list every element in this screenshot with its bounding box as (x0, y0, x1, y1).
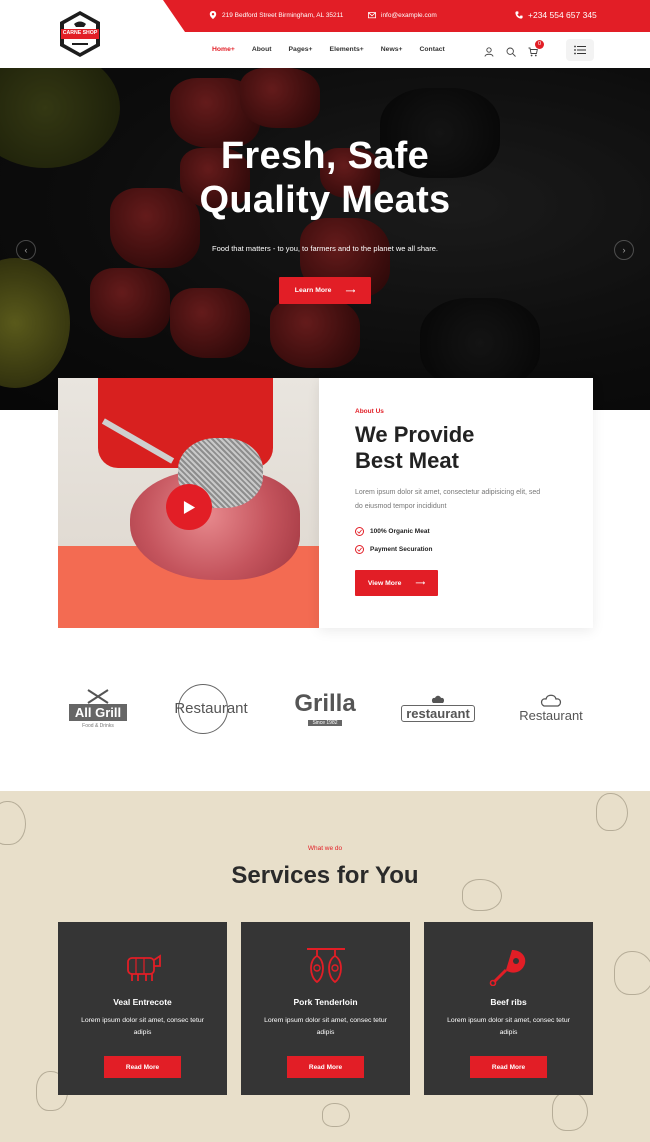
nav-item-elements[interactable]: Elements+ (330, 46, 364, 53)
phone-text: +234 554 657 345 (528, 10, 597, 20)
pork-icon (307, 948, 345, 984)
about-tag: About Us (355, 408, 384, 415)
email-text: info@example.com (381, 11, 437, 19)
phone-item[interactable]: +234 554 657 345 (515, 10, 597, 20)
nav-item-pages[interactable]: Pages+ (289, 46, 313, 53)
about-title: We Provide Best Meat (355, 422, 475, 473)
slider-prev-button[interactable]: ‹ (16, 240, 36, 260)
user-icon[interactable] (484, 44, 494, 57)
site-logo[interactable]: CARNE SHOP (58, 10, 102, 58)
brand-logo-grilla[interactable]: Grilla Since 1982 (284, 678, 366, 738)
services-tag: What we do (307, 845, 343, 852)
main-nav: Home+ About Pages+ Elements+ News+ Conta… (212, 46, 462, 53)
hero-slider: Fresh, Safe Quality Meats Food that matt… (0, 68, 650, 410)
header-actions: 0 (484, 40, 550, 57)
service-name: Veal Entrecote (113, 997, 172, 1007)
top-bar: 219 Bedford Street Birmingham, AL 35211 … (163, 0, 650, 32)
nav-item-contact[interactable]: Contact (420, 46, 445, 53)
decor-sketch (614, 951, 650, 995)
beef-icon (489, 950, 526, 986)
location-pin-icon (209, 11, 217, 19)
brand-logo-restaurant-2[interactable]: restaurant (396, 678, 480, 738)
decor-sketch (322, 1103, 350, 1127)
nav-item-news[interactable]: News+ (381, 46, 403, 53)
cart-count-badge: 0 (535, 40, 544, 49)
chef-hat-icon (540, 694, 562, 707)
cart-icon[interactable]: 0 (528, 40, 544, 57)
phone-icon (515, 11, 523, 19)
envelope-icon (368, 12, 376, 19)
arrow-right-icon: ⟶ (415, 580, 426, 587)
view-more-button[interactable]: View More ⟶ (355, 570, 438, 596)
brand-logo-restaurant-3[interactable]: Restaurant (512, 678, 590, 738)
learn-more-button[interactable]: Learn More ⟶ (279, 277, 371, 304)
service-name: Pork Tenderloin (293, 997, 358, 1007)
about-text: Lorem ipsum dolor sit amet, consectetur … (355, 489, 541, 510)
arrow-right-icon: ⟶ (345, 287, 356, 295)
service-card: Veal Entrecote Lorem ipsum dolor sit ame… (58, 922, 227, 1095)
read-more-button[interactable]: Read More (104, 1056, 181, 1078)
services-title: Services for You (231, 862, 419, 889)
email-item[interactable]: info@example.com (368, 11, 437, 19)
service-card: Pork Tenderloin Lorem ipsum dolor sit am… (241, 922, 410, 1095)
address-item: 219 Bedford Street Birmingham, AL 35211 (209, 11, 343, 19)
logo-text: CARNE SHOP (62, 30, 98, 36)
feature-item: Payment Securation (355, 545, 433, 554)
hero-title: Fresh, Safe Quality Meats (199, 135, 451, 221)
menu-toggle-button[interactable] (566, 39, 594, 61)
service-text: Lorem ipsum dolor sit amet, consec tetur… (447, 1017, 570, 1036)
decor-sketch (596, 793, 628, 831)
decor-sketch (552, 1091, 588, 1131)
nav-item-about[interactable]: About (252, 46, 272, 53)
slider-next-button[interactable]: › (614, 240, 634, 260)
read-more-button[interactable]: Read More (287, 1056, 364, 1078)
brand-logo-restaurant-1[interactable]: Restaurant (168, 678, 254, 738)
service-name: Beef ribs (490, 997, 527, 1007)
site-header: CARNE SHOP 219 Bedford Street Birmingham… (0, 0, 650, 68)
nav-item-home[interactable]: Home+ (212, 46, 235, 53)
chef-hat-icon (431, 695, 445, 703)
service-text: Lorem ipsum dolor sit amet, consec tetur… (81, 1017, 204, 1036)
play-icon (183, 500, 195, 514)
read-more-button[interactable]: Read More (470, 1056, 547, 1078)
hero-overlay (0, 68, 650, 410)
service-text: Lorem ipsum dolor sit amet, consec tetur… (264, 1017, 387, 1036)
play-video-button[interactable] (166, 484, 212, 530)
hero-subtitle: Food that matters - to you, to farmers a… (212, 244, 438, 253)
search-icon[interactable] (506, 44, 516, 57)
check-icon (355, 527, 364, 536)
check-icon (355, 545, 364, 554)
address-text: 219 Bedford Street Birmingham, AL 35211 (222, 11, 344, 19)
veal-icon (127, 954, 161, 981)
brand-logo-all-grill[interactable]: All Grill Food & Drinks (62, 678, 134, 738)
feature-item: 100% Organic Meat (355, 527, 430, 536)
service-card: Beef ribs Lorem ipsum dolor sit amet, co… (424, 922, 593, 1095)
crossed-utensils-icon (87, 688, 109, 704)
list-menu-icon (574, 45, 586, 55)
decor-sketch (0, 801, 26, 845)
